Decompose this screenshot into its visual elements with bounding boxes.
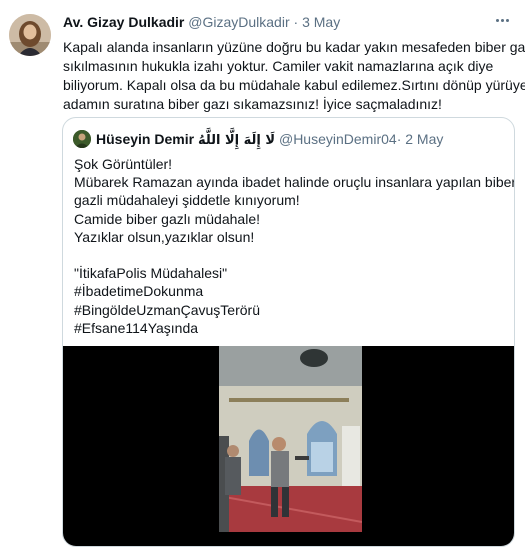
tweet-text-line: Kapalı alanda insanların yüzüne doğru bu… — [63, 39, 525, 55]
hashtag: #Efsane114Yaşında — [74, 319, 199, 336]
quoted-author-name: Hüseyin Demir — [96, 131, 195, 147]
author-name[interactable]: Av. Gizay Dulkadir — [63, 14, 184, 30]
author-avatar[interactable] — [9, 14, 51, 56]
tweet-date[interactable]: 3 May — [302, 14, 340, 30]
quoted-text-line: gazli müdahaleyi şiddetle kınıyorum! — [74, 192, 300, 209]
quoted-text-line — [74, 246, 514, 264]
tweet[interactable]: Av. Gizay Dulkadir @GizayDulkadir · 3 Ma… — [0, 0, 525, 547]
quoted-text-line: Şok Görüntüler! — [74, 156, 173, 172]
quoted-header-separator: · — [396, 131, 402, 147]
hashtag: #BingöldeUzmanÇavuşTerörü — [74, 301, 260, 318]
tweet-text: Kapalı alanda insanların yüzüne doğru bu… — [63, 38, 525, 114]
tweet-text-line: biliyorum. Kapalı olsa da bu müdahale ka… — [63, 77, 525, 93]
quoted-tweet-date: 2 May — [405, 131, 444, 147]
quoted-avatar-image — [73, 130, 91, 148]
mosque-interior-image — [219, 346, 362, 532]
quoted-author-arabic-name: لَا إِلَهَ إِلَّا اللَّهُ — [197, 133, 276, 148]
quoted-tweet-header: Hüseyin Demir لَا إِلَهَ إِلَّا اللَّهُ … — [96, 130, 443, 150]
video-frame — [219, 346, 362, 532]
quoted-tweet[interactable]: Hüseyin Demir لَا إِلَهَ إِلَّا اللَّهُ … — [62, 117, 515, 547]
tweet-text-line: adamın suratına biber gazı sıkamazsınız!… — [63, 96, 442, 112]
tweet-header: Av. Gizay Dulkadir @GizayDulkadir · 3 Ma… — [63, 13, 340, 31]
author-avatar-image — [9, 14, 51, 56]
quoted-author-avatar — [73, 130, 91, 148]
more-options-button[interactable] — [491, 12, 513, 28]
quoted-text-line: Yazıklar olsun,yazıklar olsun! — [74, 228, 255, 245]
tweet-text-line: sıkılmasının hukukla izahı yoktur. Camil… — [63, 58, 494, 74]
quoted-tweet-text: Şok Görüntüler! Mübarek Ramazan ayında i… — [74, 155, 515, 337]
quoted-video-media[interactable] — [63, 346, 514, 546]
quoted-text-line: Mübarek Ramazan ayında ibadet halinde or… — [74, 174, 515, 191]
quoted-text-line: Camide biber gazlı müdahale! — [74, 210, 260, 227]
quoted-text-line: "İtikafaPolis Müdahalesi" — [74, 265, 228, 282]
header-separator: · — [293, 14, 299, 30]
hashtag: #İbadetimeDokunma — [74, 283, 204, 300]
more-horizontal-icon — [495, 18, 509, 22]
author-handle[interactable]: @GizayDulkadir — [188, 14, 289, 30]
quoted-author-handle: @HuseyinDemir04 — [278, 131, 397, 147]
